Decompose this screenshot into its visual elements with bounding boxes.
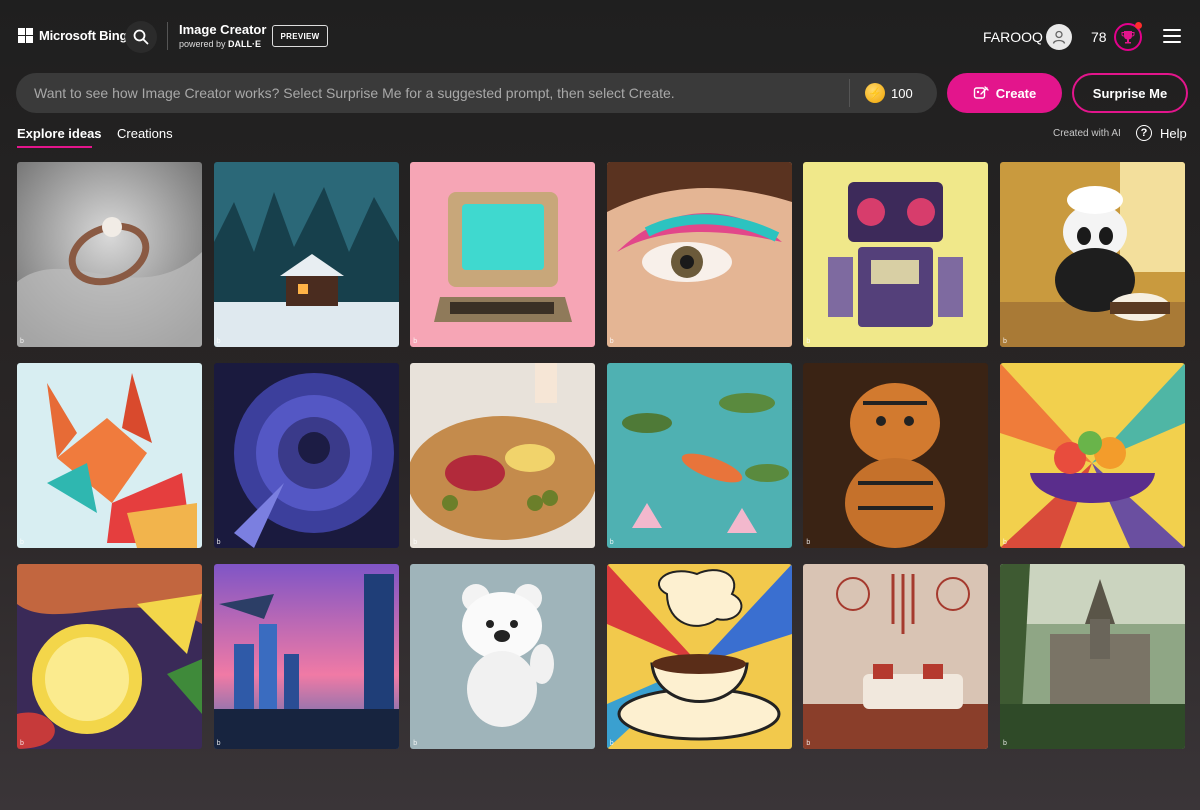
create-icon	[973, 86, 989, 99]
ai-watermark: b	[609, 740, 614, 747]
ai-watermark: b	[609, 338, 614, 345]
header-divider	[167, 22, 168, 50]
gallery-image-charcuterie-board[interactable]: b	[410, 363, 596, 548]
gallery-image-white-bear-toy[interactable]: b	[410, 564, 596, 749]
ai-watermark: b	[216, 740, 221, 747]
prompt-input[interactable]	[16, 73, 848, 113]
user-avatar[interactable]	[1046, 24, 1072, 50]
boost-counter[interactable]: ⚡ 100	[865, 83, 913, 103]
rewards-button[interactable]	[1114, 22, 1142, 51]
ai-watermark: b	[216, 338, 221, 345]
gallery-image-pop-art-coffee[interactable]: b	[606, 564, 792, 749]
gallery-image-forest-mansion[interactable]: b	[999, 564, 1185, 749]
ai-watermark: b	[1002, 539, 1007, 546]
image-gallery: b b b b b b b b b b b b b b b b b b	[17, 162, 1185, 749]
gallery-image-retro-robot[interactable]: b	[803, 162, 989, 347]
gallery-image-eye-makeup[interactable]: b	[606, 162, 792, 347]
ai-watermark: b	[20, 539, 24, 546]
powered-by-prefix: powered by	[179, 39, 226, 49]
create-button[interactable]: Create	[947, 73, 1062, 113]
gallery-image-boho-room[interactable]: b	[803, 564, 989, 749]
ai-watermark: b	[20, 338, 24, 345]
ai-watermark: b	[20, 740, 24, 747]
gallery-image-koi-pond[interactable]: b	[606, 363, 792, 548]
create-label: Create	[995, 85, 1037, 101]
ai-watermark: b	[806, 539, 811, 546]
prompt-divider	[849, 79, 850, 107]
windows-logo-icon	[18, 28, 33, 43]
powered-by-name: DALL·E	[228, 39, 262, 49]
header: Microsoft Bing Image Creator powered by …	[0, 0, 1200, 72]
preview-badge: PREVIEW	[272, 25, 328, 47]
reward-points[interactable]: 78	[1091, 29, 1107, 45]
gallery-image-retro-computer[interactable]: b	[410, 162, 596, 347]
ai-watermark: b	[216, 539, 221, 546]
gallery-image-futuristic-city[interactable]: b	[213, 564, 399, 749]
gallery-image-snowy-cabin[interactable]: b	[213, 162, 399, 347]
prompt-bar: ⚡ 100	[16, 73, 937, 113]
help-link[interactable]: Help	[1160, 126, 1187, 141]
ai-watermark: b	[806, 338, 811, 345]
gallery-image-tiger-figurines[interactable]: b	[803, 363, 989, 548]
user-avatar-icon	[1052, 30, 1066, 44]
ai-watermark: b	[609, 539, 614, 546]
gallery-image-lemon-painting[interactable]: b	[17, 564, 202, 749]
search-button[interactable]	[125, 21, 157, 53]
surprise-me-button[interactable]: Surprise Me	[1072, 73, 1188, 113]
gallery-image-fruit-bowl[interactable]: b	[999, 363, 1185, 548]
search-icon	[133, 29, 149, 45]
help-icon[interactable]: ?	[1136, 125, 1152, 141]
ai-watermark: b	[1002, 740, 1007, 747]
notification-dot	[1135, 22, 1142, 29]
ai-watermark: b	[806, 740, 811, 747]
ai-watermark: b	[1002, 338, 1007, 345]
brand-label: Microsoft Bing	[39, 28, 128, 43]
ai-watermark: b	[413, 338, 418, 345]
tab-creations[interactable]: Creations	[117, 126, 173, 141]
app-title[interactable]: Image Creator	[179, 22, 266, 37]
username[interactable]: FAROOQ	[983, 29, 1043, 45]
tab-explore-ideas[interactable]: Explore ideas	[17, 126, 102, 148]
powered-by: powered by DALL·E	[179, 39, 261, 49]
created-with-ai-label: Created with AI	[1053, 128, 1121, 139]
gallery-image-panda-baker[interactable]: b	[999, 162, 1185, 347]
boost-coin-icon: ⚡	[865, 83, 885, 103]
gallery-image-paper-fox[interactable]: b	[17, 363, 202, 548]
hamburger-menu-icon[interactable]	[1163, 28, 1181, 44]
gallery-image-blue-dahlia[interactable]: b	[213, 363, 399, 548]
ai-watermark: b	[413, 539, 418, 546]
ai-watermark: b	[413, 740, 418, 747]
boost-count: 100	[891, 85, 913, 101]
microsoft-bing-logo[interactable]: Microsoft Bing	[18, 28, 127, 43]
rewards-trophy-icon	[1121, 31, 1135, 44]
gallery-image-pearl-ring[interactable]: b	[17, 162, 202, 347]
